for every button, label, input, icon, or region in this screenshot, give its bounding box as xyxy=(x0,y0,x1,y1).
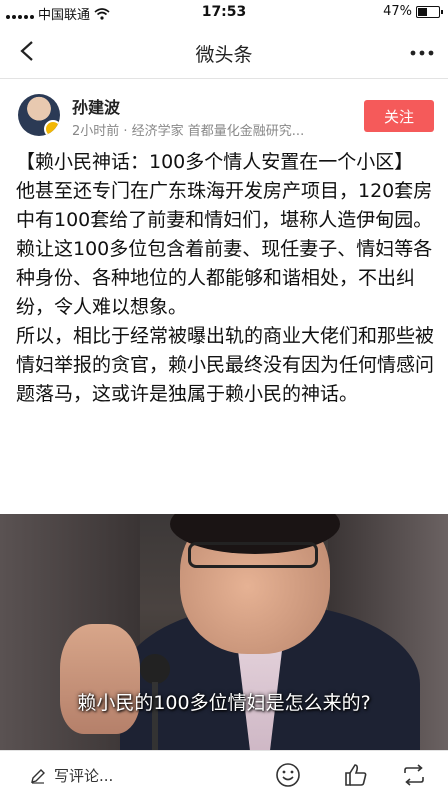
status-bar: 中国联通 17:53 47% xyxy=(0,0,448,26)
article-paragraph: 他甚至还专门在广东珠海开发房产项目，120套房中有100套给了前妻和情妇们，堪称… xyxy=(16,180,433,231)
status-right: 47% xyxy=(383,4,443,19)
pencil-icon xyxy=(31,768,45,784)
author-meta: 2小时前 · 经济学家 首都量化金融研究... xyxy=(72,124,305,139)
more-button[interactable] xyxy=(410,40,434,60)
more-dots-icon xyxy=(410,50,434,56)
article-paragraph: 赖让这100多位包含着前妻、现任妻子、情妇等各种身份、各种地位的人都能够和谐相处… xyxy=(16,238,433,318)
article-photo[interactable]: 赖小民的100多位情妇是怎么来的? xyxy=(0,514,448,750)
bottom-bar: 写评论... xyxy=(0,750,448,799)
battery-icon xyxy=(416,5,443,18)
photo-glasses xyxy=(188,542,318,568)
comment-input[interactable]: 写评论... xyxy=(30,765,113,786)
status-time: 17:53 xyxy=(201,4,247,20)
nav-bar: 微头条 xyxy=(0,26,448,79)
article-paragraph: 所以，相比于经常被曝出轨的商业大佬们和那些被情妇举报的贪官，赖小民最终没有因为任… xyxy=(16,325,435,405)
emoji-button[interactable] xyxy=(274,761,302,789)
comment-placeholder: 写评论... xyxy=(54,767,114,785)
author-row: 孙建波 2小时前 · 经济学家 首都量化金融研究... 关注 xyxy=(0,90,448,146)
repost-icon xyxy=(404,764,424,786)
follow-button[interactable]: 关注 xyxy=(364,100,434,132)
author-name[interactable]: 孙建波 xyxy=(72,94,120,118)
emoji-icon xyxy=(276,763,300,787)
avatar[interactable] xyxy=(18,94,60,136)
like-button[interactable] xyxy=(342,761,370,789)
microphone-icon xyxy=(140,654,170,684)
article-body: 【赖小民神话：100多个情人安置在一个小区】 他甚至还专门在广东珠海开发房产项目… xyxy=(16,148,436,409)
photo-hand xyxy=(60,624,140,734)
photo-caption: 赖小民的100多位情妇是怎么来的? xyxy=(77,692,371,714)
verified-badge-icon xyxy=(44,120,60,136)
thumbs-up-icon xyxy=(345,764,367,786)
article-headline: 【赖小民神话：100多个情人安置在一个小区】 xyxy=(16,151,414,173)
page-title: 微头条 xyxy=(195,44,253,66)
repost-button[interactable] xyxy=(400,761,428,789)
battery-fill xyxy=(418,7,428,16)
battery-percent: 47% xyxy=(383,4,412,19)
